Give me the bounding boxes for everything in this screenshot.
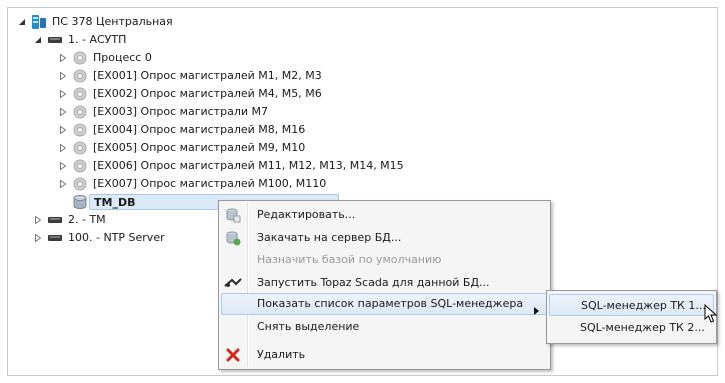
tree-item-ex003[interactable]: [EX003] Опрос магистрали M7 — [58, 103, 268, 121]
tree-item-label: [EX007] Опрос магистралей M100, M110 — [93, 177, 327, 190]
menu-item-launch-scada[interactable]: Запустить Topaz Scada для данной БД... — [221, 272, 548, 294]
collapsed-arrow-icon[interactable] — [58, 103, 68, 121]
menu-item-label: Назначить базой по умолчанию — [257, 253, 442, 266]
tree-item-label: 1. - АСУТП — [68, 33, 127, 46]
mouse-pointer-icon — [704, 303, 718, 327]
tree-item-label: [EX002] Опрос магистралей M4, M5, M6 — [93, 87, 322, 100]
submenu-item-tk1[interactable]: SQL-менеджер ТК 1... — [549, 294, 714, 316]
expanded-arrow-icon[interactable] — [33, 31, 43, 49]
network-card-icon — [47, 32, 63, 48]
menu-item-set-default: Назначить базой по умолчанию — [221, 249, 548, 271]
menu-item-label: Закачать на сервер БД... — [257, 231, 402, 244]
menu-item-delete[interactable]: Удалить — [221, 344, 548, 366]
gear-icon — [72, 50, 88, 66]
tree-item-label: [EX001] Опрос магистралей M1, M2, M3 — [93, 69, 322, 82]
tree-root-row[interactable]: ПС 378 Центральная — [17, 13, 173, 31]
collapsed-arrow-icon[interactable] — [58, 67, 68, 85]
tree-item-label: [EX003] Опрос магистрали M7 — [93, 105, 268, 118]
expanded-arrow-icon[interactable] — [17, 13, 27, 31]
collapsed-arrow-icon[interactable] — [58, 49, 68, 67]
network-card-icon — [47, 212, 63, 228]
tree-item-ex007[interactable]: [EX007] Опрос магистралей M100, M110 — [58, 175, 326, 193]
gear-icon — [72, 176, 88, 192]
launch-icon — [221, 272, 245, 294]
collapsed-arrow-icon[interactable] — [58, 157, 68, 175]
tree-item-label: Процесс 0 — [93, 51, 152, 64]
collapsed-arrow-icon[interactable] — [58, 121, 68, 139]
menu-item-label: Снять выделение — [257, 320, 360, 333]
menu-item-edit[interactable]: Редактировать... — [221, 204, 548, 226]
tree-item-ex004[interactable]: [EX004] Опрос магистралей M8, M16 — [58, 121, 305, 139]
menu-item-label: Запустить Topaz Scada для данной БД... — [257, 276, 490, 289]
gear-icon — [72, 86, 88, 102]
collapsed-arrow-icon[interactable] — [33, 211, 43, 229]
tree-node-tm[interactable]: 2. - TM — [33, 211, 106, 229]
tree-item-label: [EX004] Опрос магистралей M8, M16 — [93, 123, 306, 136]
server-icon — [31, 14, 47, 30]
tree-item-label: 100. - NTP Server — [68, 231, 165, 244]
tree-item-process0[interactable]: Процесс 0 — [58, 49, 152, 67]
collapsed-arrow-icon[interactable] — [58, 175, 68, 193]
tree-item-ex006[interactable]: [EX006] Опрос магистралей M11, M12, M13,… — [58, 157, 404, 175]
gear-icon — [72, 104, 88, 120]
tree-item-label: 2. - TM — [68, 213, 106, 226]
tree-root-label: ПС 378 Центральная — [52, 15, 173, 28]
menu-item-label: Редактировать... — [257, 208, 356, 221]
tree-item-ex001[interactable]: [EX001] Опрос магистралей M1, M2, M3 — [58, 67, 322, 85]
gear-icon — [72, 158, 88, 174]
tree-node-ntp[interactable]: 100. - NTP Server — [33, 229, 165, 247]
menu-item-label: Показать список параметров SQL-менеджера — [257, 297, 524, 310]
database-icon — [72, 194, 88, 210]
upload-db-icon — [221, 227, 245, 249]
delete-icon — [221, 344, 245, 366]
menu-item-label: Удалить — [257, 348, 306, 361]
collapsed-arrow-icon[interactable] — [58, 85, 68, 103]
gear-icon — [72, 140, 88, 156]
tree-item-ex005[interactable]: [EX005] Опрос магистралей M9, M10 — [58, 139, 305, 157]
gear-icon — [72, 122, 88, 138]
tree-item-ex002[interactable]: [EX002] Опрос магистралей M4, M5, M6 — [58, 85, 322, 103]
sql-manager-submenu: SQL-менеджер ТК 1... SQL-менеджер ТК 2..… — [546, 290, 717, 344]
network-card-icon — [47, 230, 63, 246]
menu-item-deselect[interactable]: Снять выделение — [221, 316, 548, 338]
menu-item-show-sql-params[interactable]: Показать список параметров SQL-менеджера — [221, 293, 548, 315]
collapsed-arrow-icon[interactable] — [58, 139, 68, 157]
edit-db-icon — [221, 204, 245, 226]
tree-node-asutp[interactable]: 1. - АСУТП — [33, 31, 126, 49]
gear-icon — [72, 68, 88, 84]
submenu-item-tk2[interactable]: SQL-менеджер ТК 2... — [549, 317, 714, 339]
tree-item-label: [EX005] Опрос магистралей M9, M10 — [93, 141, 306, 154]
submenu-item-label: SQL-менеджер ТК 2... — [580, 321, 705, 334]
menu-item-upload[interactable]: Закачать на сервер БД... — [221, 227, 548, 249]
collapsed-arrow-icon[interactable] — [33, 229, 43, 247]
context-menu: Редактировать... Закачать на сервер БД..… — [218, 200, 551, 370]
submenu-item-label: SQL-менеджер ТК 1... — [581, 299, 706, 312]
tree-item-label: [EX006] Опрос магистралей M11, M12, M13,… — [93, 159, 404, 172]
